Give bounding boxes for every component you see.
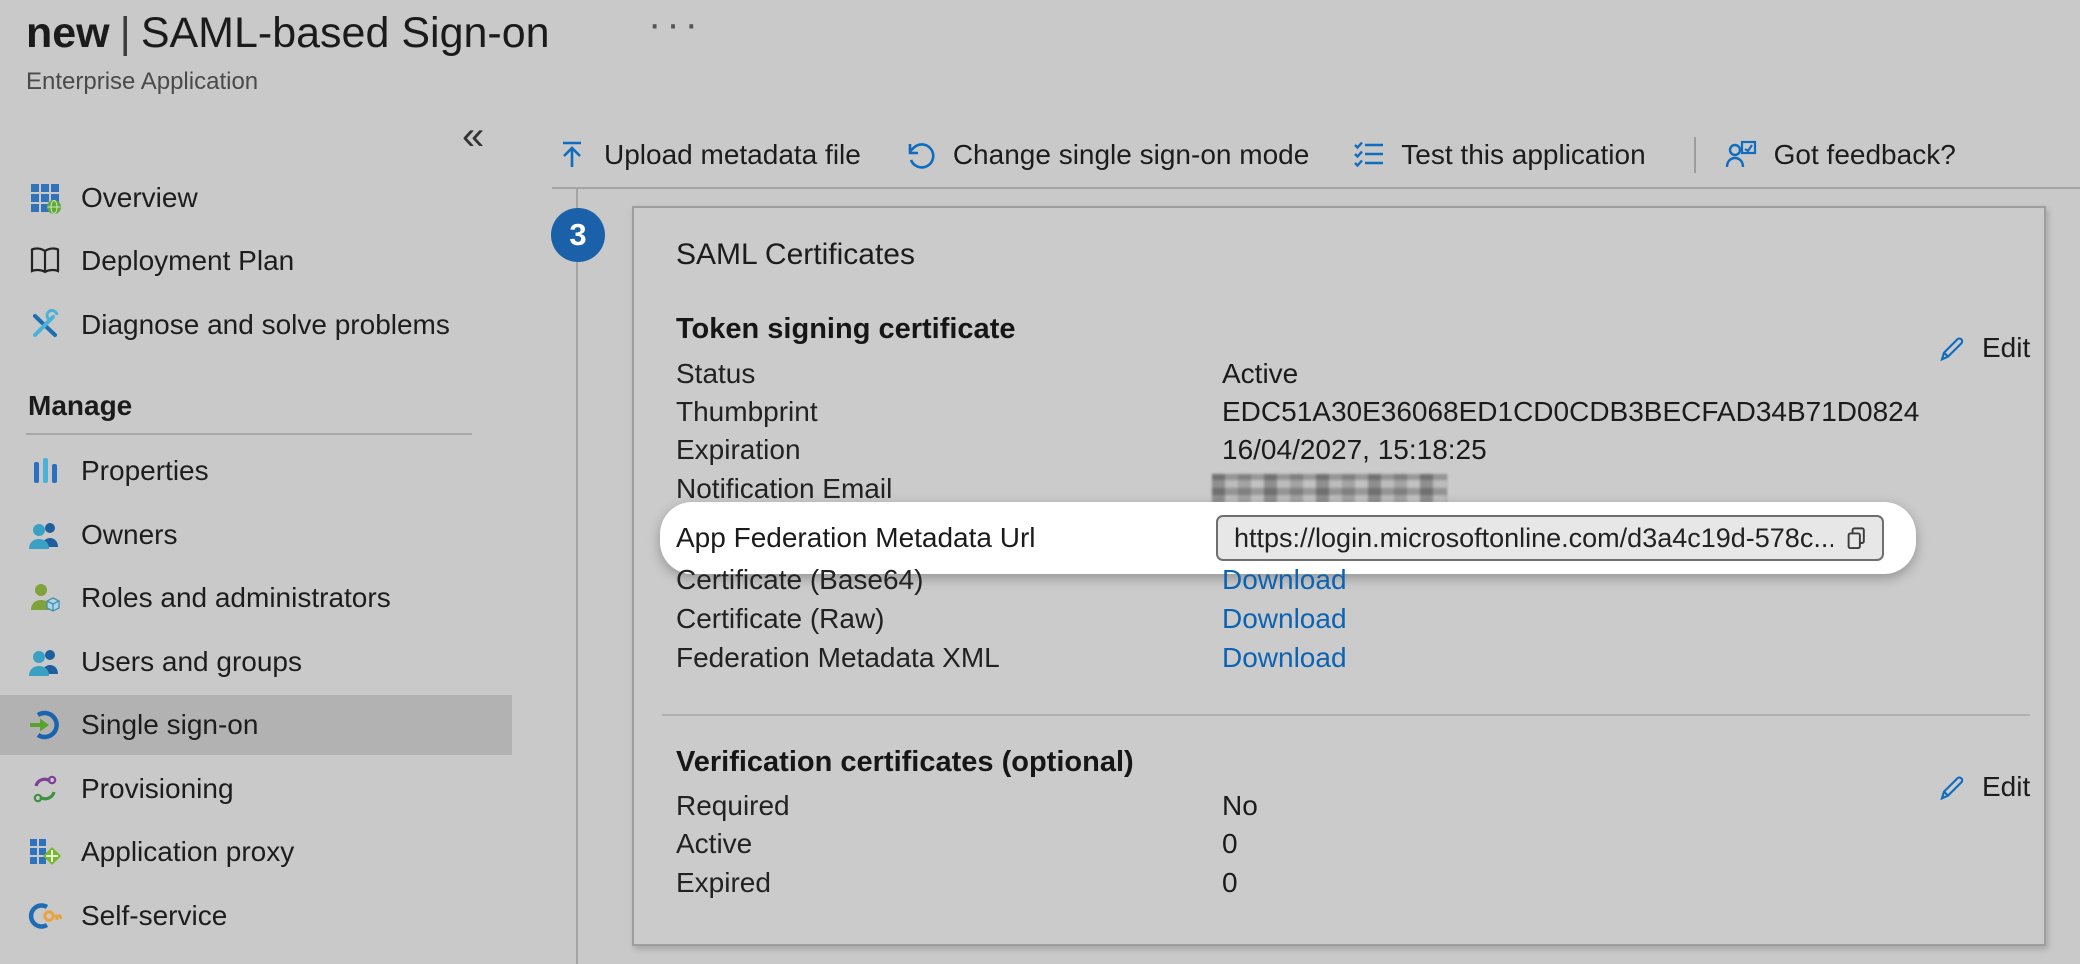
- expired-value: 0: [1222, 867, 1238, 899]
- owners-icon: [28, 518, 62, 552]
- sidebar-item-deployment-plan[interactable]: Deployment Plan: [0, 231, 512, 291]
- cert-base64-download-link[interactable]: Download: [1222, 564, 1347, 596]
- required-label: Required: [676, 790, 790, 822]
- saml-certificates-panel: SAML Certificates Token signing certific…: [632, 206, 2046, 946]
- edit-pencil-icon: [1936, 771, 1968, 803]
- toolbar-bottom-border: [552, 187, 2080, 189]
- change-mode-icon: [905, 139, 937, 171]
- button-label: Upload metadata file: [604, 139, 861, 171]
- title-separator: |: [110, 9, 141, 57]
- federation-metadata-xml-download-link[interactable]: Download: [1222, 642, 1347, 674]
- sidebar-item-self-service[interactable]: Self-service: [0, 886, 512, 946]
- toolbar-separator: [1694, 137, 1696, 173]
- sidebar-divider: [26, 433, 472, 435]
- app-name: new: [26, 9, 110, 57]
- step-timeline-line: [576, 189, 578, 964]
- sidebar-item-label: Overview: [81, 182, 198, 214]
- sidebar-item-single-sign-on[interactable]: Single sign-on: [0, 695, 512, 755]
- metadata-url-input[interactable]: https://login.microsoftonline.com/d3a4c1…: [1216, 515, 1884, 561]
- application-proxy-icon: [28, 835, 62, 869]
- roles-icon: [28, 581, 62, 615]
- sidebar-item-label: Application proxy: [81, 836, 294, 868]
- button-label: Got feedback?: [1774, 139, 1956, 171]
- command-bar: Upload metadata file Change single sign-…: [556, 124, 2000, 186]
- sidebar-item-label: Provisioning: [81, 773, 234, 805]
- sidebar-item-label: Properties: [81, 455, 209, 487]
- sidebar-item-diagnose[interactable]: Diagnose and solve problems: [0, 295, 512, 355]
- active-value: 0: [1222, 828, 1238, 860]
- collapse-sidebar-icon[interactable]: «: [462, 116, 484, 156]
- sidebar-item-label: Users and groups: [81, 646, 302, 678]
- token-signing-heading: Token signing certificate: [676, 313, 1015, 346]
- users-groups-icon: [28, 645, 62, 679]
- blade-title: SAML-based Sign-on: [141, 9, 550, 57]
- edit-pencil-icon: [1936, 332, 1968, 364]
- properties-icon: [28, 454, 62, 488]
- feedback-icon: [1724, 138, 1758, 172]
- notification-email-redacted-value: [1212, 474, 1447, 503]
- verification-certificates-heading: Verification certificates (optional): [676, 746, 1134, 779]
- sidebar-item-users-and-groups[interactable]: Users and groups: [0, 632, 512, 692]
- button-label: Test this application: [1401, 139, 1645, 171]
- edit-token-signing-button[interactable]: Edit: [1936, 332, 2030, 364]
- copy-button[interactable]: [1843, 525, 1870, 552]
- deployment-plan-icon: [28, 244, 62, 278]
- sidebar-item-label: Diagnose and solve problems: [81, 309, 450, 341]
- thumbprint-label: Thumbprint: [676, 396, 818, 428]
- cert-raw-download-link[interactable]: Download: [1222, 603, 1347, 635]
- upload-metadata-file-button[interactable]: Upload metadata file: [556, 139, 905, 171]
- metadata-url-value: https://login.microsoftonline.com/d3a4c1…: [1234, 523, 1833, 554]
- sidebar-item-properties[interactable]: Properties: [0, 441, 512, 501]
- copy-icon: [1843, 525, 1870, 552]
- sidebar-item-roles[interactable]: Roles and administrators: [0, 568, 512, 628]
- sidebar-item-provisioning[interactable]: Provisioning: [0, 759, 512, 819]
- active-label: Active: [676, 828, 752, 860]
- self-service-icon: [28, 899, 62, 933]
- got-feedback-button[interactable]: Got feedback?: [1724, 138, 2000, 172]
- sidebar-section-manage: Manage: [28, 390, 132, 422]
- panel-title: SAML Certificates: [676, 238, 915, 272]
- step-3-badge: 3: [551, 208, 605, 262]
- thumbprint-value: EDC51A30E36068ED1CD0CDB3BECFAD34B71D0824: [1222, 396, 1919, 428]
- diagnose-icon: [28, 308, 62, 342]
- expiration-label: Expiration: [676, 434, 801, 466]
- status-value: Active: [1222, 358, 1298, 390]
- federation-metadata-xml-label: Federation Metadata XML: [676, 642, 1000, 674]
- section-divider: [662, 714, 2030, 716]
- test-checklist-icon: [1353, 139, 1385, 171]
- sidebar-item-owners[interactable]: Owners: [0, 505, 512, 565]
- provisioning-icon: [28, 772, 62, 806]
- cert-raw-label: Certificate (Raw): [676, 603, 884, 635]
- status-label: Status: [676, 358, 755, 390]
- sidebar-item-label: Single sign-on: [81, 709, 258, 741]
- sidebar-item-label: Self-service: [81, 900, 227, 932]
- single-sign-on-icon: [28, 708, 62, 742]
- sidebar-item-label: Owners: [81, 519, 177, 551]
- page-subtitle: Enterprise Application: [26, 68, 258, 96]
- test-application-button[interactable]: Test this application: [1353, 139, 1689, 171]
- upload-icon: [556, 139, 588, 171]
- edit-verification-button[interactable]: Edit: [1936, 771, 2030, 803]
- edit-label: Edit: [1982, 771, 2030, 803]
- cert-base64-label: Certificate (Base64): [676, 564, 923, 596]
- required-value: No: [1222, 790, 1258, 822]
- change-sso-mode-button[interactable]: Change single sign-on mode: [905, 139, 1353, 171]
- expired-label: Expired: [676, 867, 771, 899]
- page-title: new|SAML-based Sign-on: [26, 6, 550, 60]
- expiration-value: 16/04/2027, 15:18:25: [1222, 434, 1487, 466]
- overview-icon: [28, 181, 62, 215]
- sidebar-item-application-proxy[interactable]: Application proxy: [0, 822, 512, 882]
- overflow-menu-icon[interactable]: ···: [648, 2, 703, 47]
- sidebar-item-label: Deployment Plan: [81, 245, 294, 277]
- button-label: Change single sign-on mode: [953, 139, 1309, 171]
- sidebar-item-label: Roles and administrators: [81, 582, 391, 614]
- edit-label: Edit: [1982, 332, 2030, 364]
- notification-email-label: Notification Email: [676, 473, 892, 505]
- sidebar-item-overview[interactable]: Overview: [0, 168, 512, 228]
